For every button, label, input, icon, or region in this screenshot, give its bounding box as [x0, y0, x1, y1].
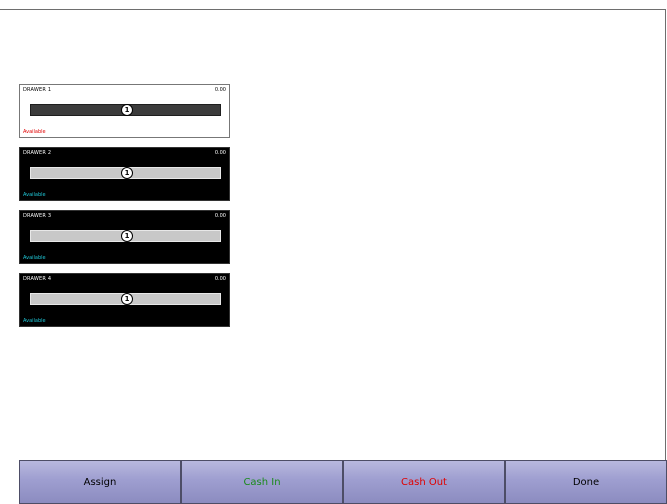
drawer-bar: 1	[30, 104, 221, 116]
assign-button[interactable]: Assign	[19, 460, 181, 504]
drawer-name: DRAWER 4	[23, 276, 52, 282]
drawer-name: DRAWER 3	[23, 213, 52, 219]
cash-in-button[interactable]: Cash In	[181, 460, 343, 504]
drawer-card-3[interactable]: DRAWER 3 0.00 1 Available	[19, 210, 230, 264]
action-bar: Assign Cash In Cash Out Done	[19, 460, 667, 504]
drawer-bar: 1	[30, 293, 221, 305]
drawer-count-badge: 1	[121, 230, 133, 242]
drawer-count-badge: 1	[121, 293, 133, 305]
drawer-status: Available	[23, 192, 46, 198]
drawer-card-1[interactable]: DRAWER 1 0.00 1 Available	[19, 84, 230, 138]
drawer-name: DRAWER 1	[23, 87, 52, 93]
drawer-card-2[interactable]: DRAWER 2 0.00 1 Available	[19, 147, 230, 201]
drawer-amount: 0.00	[214, 276, 226, 282]
cash-out-button[interactable]: Cash Out	[343, 460, 505, 504]
drawer-amount: 0.00	[214, 150, 226, 156]
drawer-status: Available	[23, 318, 46, 324]
drawer-bar: 1	[30, 230, 221, 242]
drawer-count-badge: 1	[121, 104, 133, 116]
drawer-status: Available	[23, 129, 46, 135]
drawer-amount: 0.00	[214, 87, 226, 93]
drawer-bar: 1	[30, 167, 221, 179]
drawer-name: DRAWER 2	[23, 150, 52, 156]
drawer-count-badge: 1	[121, 167, 133, 179]
drawer-amount: 0.00	[214, 213, 226, 219]
drawer-card-4[interactable]: DRAWER 4 0.00 1 Available	[19, 273, 230, 327]
done-button[interactable]: Done	[505, 460, 667, 504]
drawer-status: Available	[23, 255, 46, 261]
